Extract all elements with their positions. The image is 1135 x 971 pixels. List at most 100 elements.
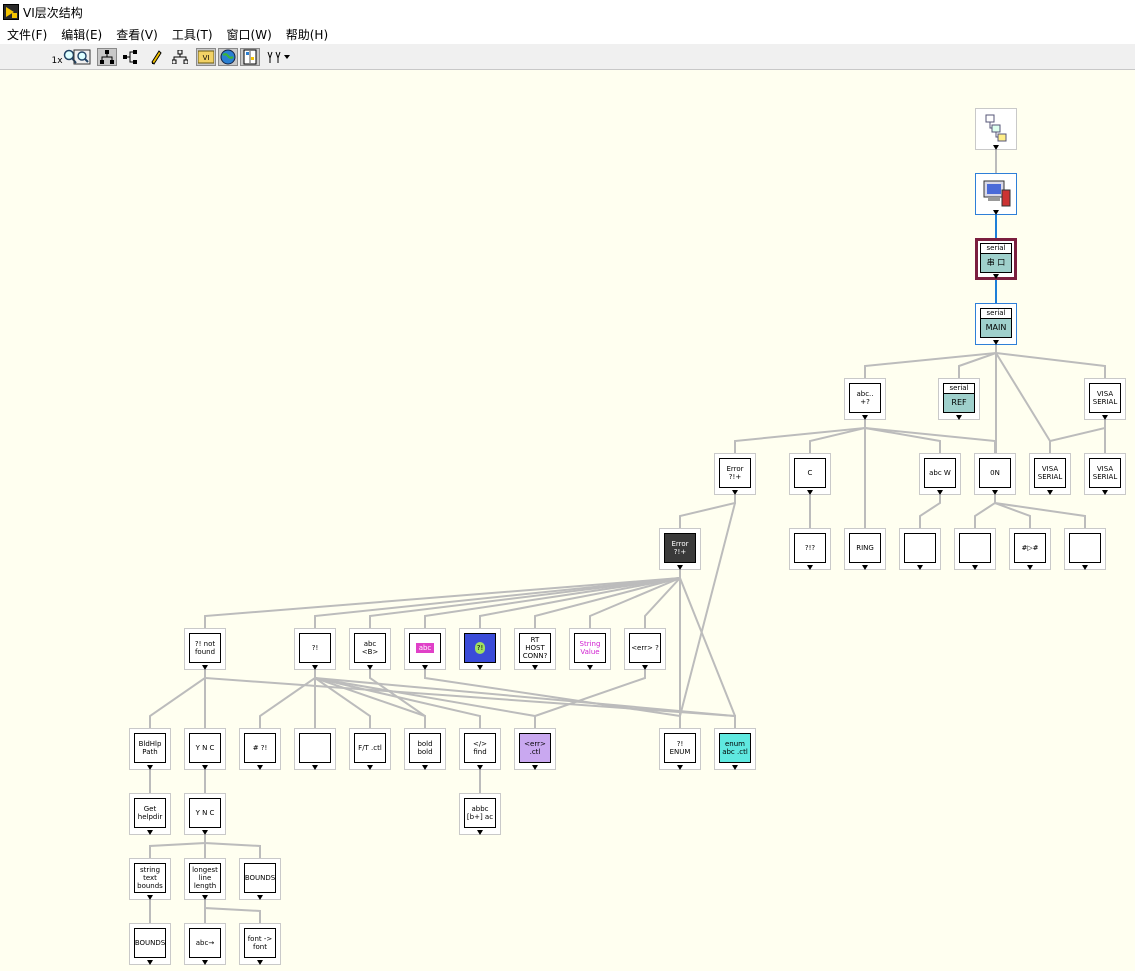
vi-node-serial-ref[interactable]: serial REF — [938, 378, 980, 420]
vi-node-string-value[interactable]: String Value — [569, 628, 611, 670]
vi-node-root[interactable] — [975, 108, 1017, 150]
vi-node-err-ctl[interactable]: <err> .ctl — [514, 728, 556, 770]
hierarchy-canvas[interactable]: serial 串 口 serial MAIN abc.. +? serial REF VISA… — [0, 71, 1135, 971]
expand-triangle-icon[interactable] — [147, 765, 153, 770]
vi-node-ync-1[interactable]: Y N C — [184, 728, 226, 770]
expand-triangle-icon[interactable] — [956, 415, 962, 420]
expand-triangle-icon[interactable] — [587, 665, 593, 670]
expand-triangle-icon[interactable] — [147, 895, 153, 900]
vi-node-help-search[interactable]: ?!? — [789, 528, 831, 570]
vi-node-enum-ctl[interactable]: enum abc .ctl — [714, 728, 756, 770]
expand-triangle-icon[interactable] — [312, 765, 318, 770]
vi-node-dialog-msg[interactable]: ?! — [294, 628, 336, 670]
redo-layout-icon[interactable] — [170, 48, 190, 66]
vi-node-rt-host[interactable]: RT HOST CONN? — [514, 628, 556, 670]
expand-triangle-icon[interactable] — [732, 765, 738, 770]
expand-triangle-icon[interactable] — [477, 830, 483, 835]
vi-node-abc-bold[interactable]: abc <B> — [349, 628, 391, 670]
vi-node-bold-bold[interactable]: bold bold — [404, 728, 446, 770]
vi-node-save-c[interactable]: C — [789, 453, 831, 495]
vi-node-eye-doc[interactable] — [1064, 528, 1106, 570]
vi-node-enum-help[interactable]: ?! ENUM — [659, 728, 701, 770]
vi-node-ync-2[interactable]: Y N C — [184, 793, 226, 835]
expand-triangle-icon[interactable] — [993, 210, 999, 215]
expand-triangle-icon[interactable] — [312, 665, 318, 670]
vi-node-visa-serial-1[interactable]: VISA SERIAL — [1084, 378, 1126, 420]
expand-triangle-icon[interactable] — [532, 665, 538, 670]
expand-triangle-icon[interactable] — [917, 565, 923, 570]
menu-help[interactable]: 帮助(H) — [279, 26, 335, 43]
vi-node-warning-ctl[interactable]: F/T .ctl — [349, 728, 391, 770]
expand-triangle-icon[interactable] — [1102, 415, 1108, 420]
expand-triangle-icon[interactable] — [147, 830, 153, 835]
expand-triangle-icon[interactable] — [532, 765, 538, 770]
vi-node-computer[interactable] — [975, 173, 1017, 215]
expand-triangle-icon[interactable] — [937, 490, 943, 495]
vi-node-bldhlp-path[interactable]: BldHlp Path — [129, 728, 171, 770]
expand-triangle-icon[interactable] — [202, 765, 208, 770]
vi-node-bounds-1[interactable]: BOUNDS — [239, 858, 281, 900]
expand-triangle-icon[interactable] — [202, 895, 208, 900]
expand-triangle-icon[interactable] — [257, 960, 263, 965]
expand-triangle-icon[interactable] — [1027, 565, 1033, 570]
vi-node-db-convert[interactable]: ?! — [459, 628, 501, 670]
expand-triangle-icon[interactable] — [147, 960, 153, 965]
expand-triangle-icon[interactable] — [367, 665, 373, 670]
vi-node-not-found[interactable]: ?! not found — [184, 628, 226, 670]
vi-node-abc-pink[interactable]: abc — [404, 628, 446, 670]
vi-node-abbc[interactable]: abbc [b+] ac — [459, 793, 501, 835]
expand-triangle-icon[interactable] — [202, 960, 208, 965]
expand-triangle-icon[interactable] — [862, 415, 868, 420]
vi-node-file-doc[interactable] — [899, 528, 941, 570]
edit-pencil-icon[interactable] — [146, 48, 166, 66]
vi-node-abc-save[interactable]: abc.. +? — [844, 378, 886, 420]
vi-node-longest-line[interactable]: longest line length — [184, 858, 226, 900]
vi-node-find-tag[interactable]: </> find — [459, 728, 501, 770]
expand-triangle-icon[interactable] — [477, 765, 483, 770]
vi-node-pencil-eraser[interactable]: # ?! — [239, 728, 281, 770]
vi-node-string-bounds[interactable]: string text bounds — [129, 858, 171, 900]
expand-triangle-icon[interactable] — [257, 895, 263, 900]
expand-triangle-icon[interactable] — [993, 340, 999, 345]
expand-triangle-icon[interactable] — [677, 565, 683, 570]
globals-icon[interactable] — [218, 48, 238, 66]
expand-triangle-icon[interactable] — [677, 765, 683, 770]
expand-triangle-icon[interactable] — [367, 765, 373, 770]
expand-triangle-icon[interactable] — [992, 490, 998, 495]
expand-triangle-icon[interactable] — [422, 665, 428, 670]
horizontal-layout-icon[interactable] — [120, 48, 140, 66]
expand-triangle-icon[interactable] — [202, 830, 208, 835]
vi-node-get-helpdir[interactable]: Get helpdir — [129, 793, 171, 835]
expand-triangle-icon[interactable] — [732, 490, 738, 495]
menu-window[interactable]: 窗口(W) — [220, 26, 279, 43]
expand-triangle-icon[interactable] — [422, 765, 428, 770]
menu-view[interactable]: 查看(V) — [109, 26, 165, 43]
typedefs-icon[interactable] — [240, 48, 260, 66]
zoom-fit-icon[interactable] — [72, 48, 92, 66]
show-all-icon[interactable] — [265, 48, 293, 66]
vi-node-bounds-2[interactable]: BOUNDS — [129, 923, 171, 965]
expand-triangle-icon[interactable] — [993, 274, 999, 279]
vi-node-serial-port[interactable]: serial 串 口 — [975, 238, 1017, 280]
expand-triangle-icon[interactable] — [972, 565, 978, 570]
vi-node-pc-panel[interactable] — [294, 728, 336, 770]
expand-triangle-icon[interactable] — [807, 565, 813, 570]
vi-node-abc-w[interactable]: abc W — [919, 453, 961, 495]
expand-triangle-icon[interactable] — [1082, 565, 1088, 570]
expand-triangle-icon[interactable] — [807, 490, 813, 495]
vi-node-font-font[interactable]: font -> font — [239, 923, 281, 965]
vi-node-ring[interactable]: RING — [844, 528, 886, 570]
vi-lib-icon[interactable]: VI — [196, 48, 216, 66]
menu-file[interactable]: 文件(F) — [0, 26, 54, 43]
expand-triangle-icon[interactable] — [1047, 490, 1053, 495]
expand-triangle-icon[interactable] — [993, 145, 999, 150]
vertical-layout-icon[interactable] — [97, 48, 117, 66]
menu-tools[interactable]: 工具(T) — [165, 26, 220, 43]
vi-node-error-handler-2[interactable]: Error ?!+ — [659, 528, 701, 570]
vi-node-visa-serial-2[interactable]: VISA SERIAL — [1029, 453, 1071, 495]
expand-triangle-icon[interactable] — [642, 665, 648, 670]
expand-triangle-icon[interactable] — [862, 565, 868, 570]
vi-node-arrow-hash[interactable]: #▷# — [1009, 528, 1051, 570]
menu-edit[interactable]: 编辑(E) — [54, 26, 109, 43]
expand-triangle-icon[interactable] — [202, 665, 208, 670]
